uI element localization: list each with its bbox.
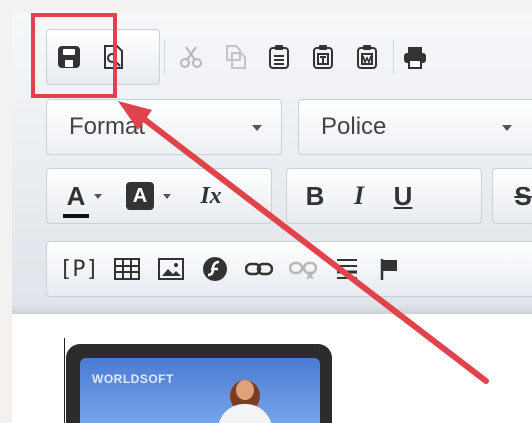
annotation-arrow	[118, 101, 489, 384]
editor-screenshot: Format Police A A Ix B I U S [P] WORLDSO…	[0, 0, 532, 423]
